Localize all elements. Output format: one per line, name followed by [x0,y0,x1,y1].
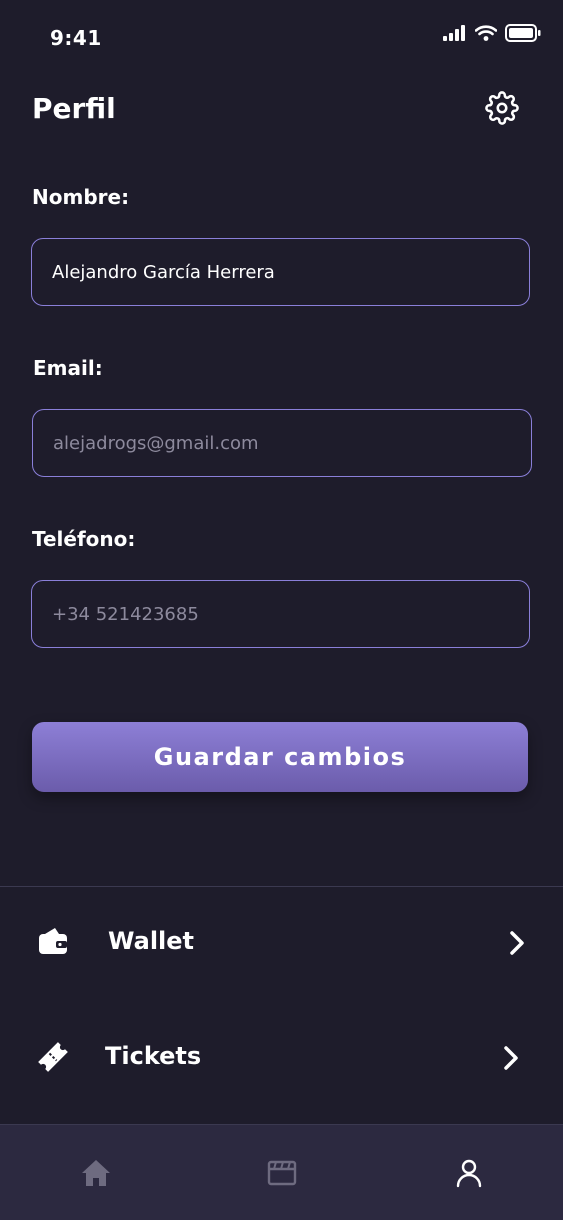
page-title: Perfil [32,92,116,125]
email-field[interactable] [32,409,532,477]
menu-label-tickets: Tickets [105,1042,202,1070]
menu-item-tickets[interactable]: Tickets [0,1018,563,1098]
nav-home-button[interactable] [76,1155,116,1195]
name-label: Nombre: [32,185,130,209]
settings-button[interactable] [485,91,519,129]
name-field[interactable] [31,238,530,306]
save-changes-button[interactable]: Guardar cambios [32,722,528,792]
divider [0,886,563,887]
chevron-right-icon [507,929,527,957]
nav-movies-button[interactable] [262,1155,302,1195]
nav-profile-button[interactable] [449,1155,489,1195]
user-icon [455,1158,483,1192]
chevron-right-icon [501,1044,521,1072]
bottom-nav [0,1124,563,1220]
battery-icon [505,24,541,46]
status-bar: 9:41 [0,0,563,70]
menu-label-wallet: Wallet [108,927,195,955]
signal-icon [443,25,467,45]
ticket-icon [36,1040,70,1074]
wallet-icon [36,925,70,959]
home-icon [80,1158,112,1192]
phone-label: Teléfono: [32,527,136,551]
menu-item-wallet[interactable]: Wallet [0,903,563,983]
gear-icon [485,91,519,129]
clapperboard-icon [267,1159,297,1191]
status-time: 9:41 [50,26,102,50]
wifi-icon [474,25,498,45]
status-icons [443,24,541,46]
phone-field[interactable] [31,580,530,648]
email-label: Email: [33,356,103,380]
